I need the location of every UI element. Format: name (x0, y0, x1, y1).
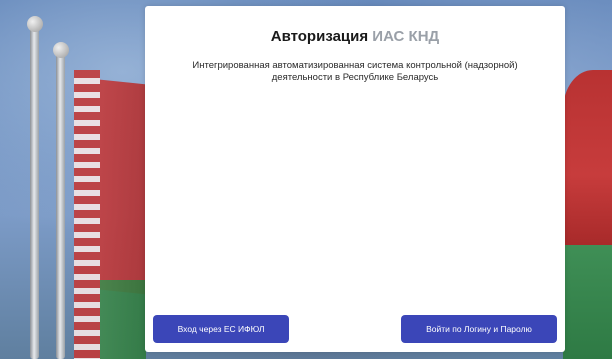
flag-green-field-left (100, 280, 146, 359)
flag-red-field-left (100, 79, 146, 295)
flag-green-field-right (563, 245, 612, 359)
modal-subtitle: Интегрированная автоматизированная систе… (175, 60, 535, 84)
flagpole-right (56, 50, 65, 359)
flag-red-field-right (563, 70, 612, 245)
flagpole-left (30, 28, 39, 359)
title-accent: ИАС КНД (372, 28, 440, 45)
subtitle-line-2: деятельности в Республике Беларусь (271, 72, 439, 83)
login-es-ifiul-button[interactable]: Вход через ЕС ИФЮЛ (153, 315, 289, 343)
flagpole-right-cap (53, 42, 69, 58)
modal-title: Авторизация ИАС КНД (145, 28, 565, 45)
login-password-button[interactable]: Войти по Логину и Паролю (401, 315, 557, 343)
title-main: Авторизация (270, 28, 369, 45)
auth-modal: Авторизация ИАС КНД Интегрированная авто… (145, 6, 565, 352)
flag-ornament-stripe (74, 70, 100, 359)
subtitle-line-1: Интегрированная автоматизированная систе… (192, 60, 518, 71)
flagpole-left-cap (27, 16, 43, 32)
